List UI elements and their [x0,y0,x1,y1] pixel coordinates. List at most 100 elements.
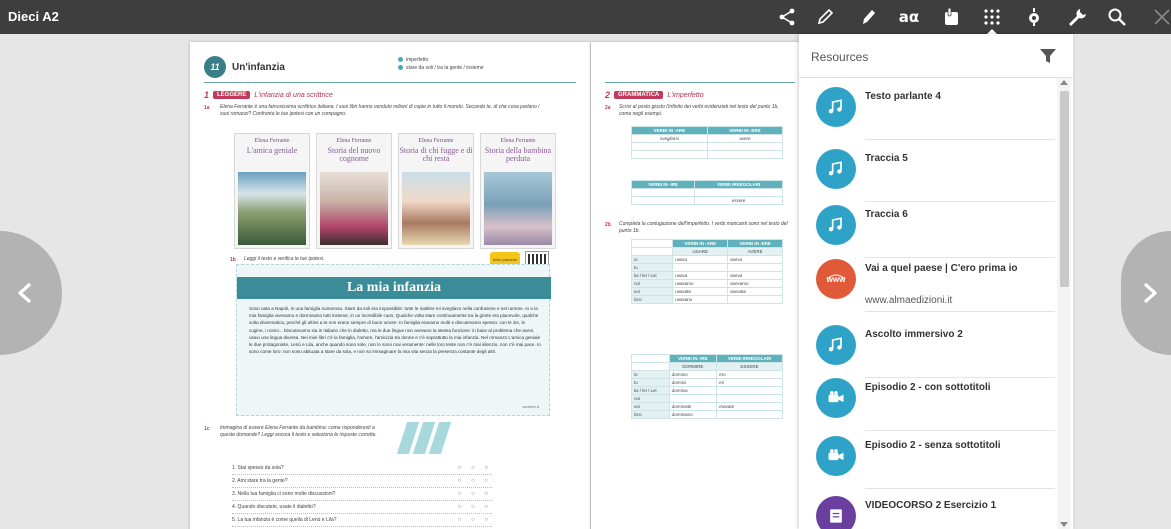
resource-item[interactable]: VIDEOCORSO 2 Esercizio 1 [799,487,1055,529]
scroll-up-arrow[interactable] [1060,80,1068,85]
resource-subtitle[interactable]: www.almaedizioni.it [865,295,952,306]
scroll-down-arrow[interactable] [1060,522,1068,527]
quiz-question: 4. Quando discutete, usate il dialetto? [232,504,316,510]
book-cover: Elena Ferrante Storia del nuovo cognome [316,133,392,249]
table-cell[interactable]: svegliarsi [631,134,708,143]
table-cell[interactable] [631,142,708,151]
resources-panel: Resources Testo parlante 4 Traccia 5 Tracc… [799,34,1073,529]
table-cell[interactable] [694,188,783,197]
pronoun: lui / lei / Lei [631,386,670,395]
table-cell[interactable]: usava [672,271,729,280]
table-cell[interactable]: eri [716,378,783,387]
marker-icon[interactable] [856,5,880,29]
cover-author: Elena Ferrante [418,138,454,144]
table-cell[interactable] [716,386,783,395]
table-cell[interactable]: eravate [716,402,783,411]
close-icon[interactable] [1150,5,1171,29]
panel-title: Resources [811,50,869,64]
quiz-options[interactable]: ○ ○ ○ [458,478,492,484]
quiz-row: 3. Nella tua famiglia ci sono molte disc… [232,488,492,501]
table-cell[interactable] [706,150,784,159]
unit-title: Un'infanzia [232,61,285,73]
text-size-label: aα [898,8,920,26]
resource-title: Vai a quel paese | C'ero prima io [865,263,1018,274]
table-cell[interactable]: usavamo [672,279,729,288]
exercise-instructions: Scrivi al posto giusto l'infinito dei ve… [619,104,779,117]
quiz-options[interactable]: ○ ○ ○ [458,504,492,510]
next-page-button[interactable] [1121,231,1171,355]
wrench-icon[interactable] [1065,5,1089,29]
scrollbar[interactable] [1057,78,1071,529]
book-page-left: 11 Un'infanzia imperfetto stare da soli … [190,42,590,529]
table-cell[interactable] [716,394,783,403]
resource-item[interactable]: Traccia 6 [799,196,1055,258]
panel-header: Resources [799,34,1073,78]
separator [865,311,1055,312]
pen-icon[interactable] [813,5,837,29]
table-cell[interactable]: dormivate [668,402,718,411]
resource-item[interactable]: Episodio 2 - con sottotitoli [799,369,1055,431]
table-cell[interactable] [706,142,784,151]
top-toolbar: Dieci A2 aα [0,0,1171,34]
grid-menu-icon[interactable] [980,5,1004,29]
filter-icon[interactable] [1039,48,1057,64]
web-link-icon: www [816,259,856,299]
table-cell[interactable]: avere [706,134,784,143]
table-cell[interactable]: dormiva [668,386,718,395]
table-cell[interactable] [727,263,783,272]
chevron-right-icon [1144,283,1157,303]
table-cell[interactable]: usavate [672,287,729,296]
table-cell[interactable] [668,394,718,403]
table-cell[interactable]: avevo [727,255,783,264]
table-cell[interactable]: dormivo [668,370,718,379]
section-number: 1 [204,90,210,100]
table-cell[interactable]: usavo [672,255,729,264]
book-covers: Elena Ferrante L'amica geniale Elena Fer… [234,133,556,249]
table-cell[interactable] [630,188,696,197]
location-icon[interactable] [1022,5,1046,29]
table-cell[interactable]: avevamo [727,279,783,288]
scroll-thumb[interactable] [1060,91,1069,287]
table-cell[interactable] [631,150,708,159]
reading-title: La mia infanzia [237,277,551,299]
table-header: VERBI IRREGOLARI [716,354,783,363]
resource-item[interactable]: Traccia 5 [799,140,1055,202]
section-pill: GRAMMATICA [614,91,664,99]
quiz-options[interactable]: ○ ○ ○ [458,491,492,497]
table-header: VERBI IN -ARE [631,126,708,135]
table-header: VERBI IN -ERE [706,126,784,135]
book-cover: Elena Ferrante Storia di chi fugge e di … [398,133,474,249]
table-cell[interactable] [630,196,696,205]
divider [605,82,795,83]
section-title: L'infanzia di una scrittrice [254,91,333,99]
table-cell[interactable]: ero [716,370,783,379]
search-icon[interactable] [1105,5,1129,29]
section-number: 2 [605,90,611,100]
table-cell[interactable]: essere [694,196,783,205]
table-cell[interactable] [672,263,729,272]
table-cell[interactable]: avevate [727,287,783,296]
table-cell[interactable]: dormivi [668,378,718,387]
resource-item[interactable]: www Vai a quel paese | C'ero prima io www.… [799,250,1055,312]
resource-item[interactable]: Testo parlante 4 [799,78,1055,140]
quiz-question: 2. Ami stare tra la gente? [232,478,288,484]
quiz-options[interactable]: ○ ○ ○ [458,465,492,471]
exercise-instructions: Leggi il testo e verifica le tue ipotesi… [244,256,325,262]
resource-title: VIDEOCORSO 2 Esercizio 1 [865,500,997,511]
book-cover: Elena Ferrante Storia della bambina perd… [480,133,556,249]
table-cell[interactable] [716,410,783,419]
book-cover: Elena Ferrante L'amica geniale [234,133,310,249]
quiz-question: 1. Stai spesso da sola? [232,465,284,471]
quiz-options[interactable]: ○ ○ ○ [458,517,492,523]
table-cell[interactable] [727,295,783,304]
share-icon[interactable] [775,5,799,29]
divider [204,82,576,83]
resource-item[interactable]: Episodio 2 - senza sottotitoli [799,427,1055,489]
touch-icon[interactable] [939,5,963,29]
table-cell[interactable]: usavano [672,295,729,304]
conjugation-table: VERBI IN -ARE VERBI IN -ERE USARE AVERE io… [630,239,783,304]
previous-page-button[interactable] [0,231,62,355]
table-cell[interactable]: aveva [727,271,783,280]
table-cell[interactable]: dormivano [668,410,718,419]
text-size-icon[interactable]: aα [896,5,922,29]
